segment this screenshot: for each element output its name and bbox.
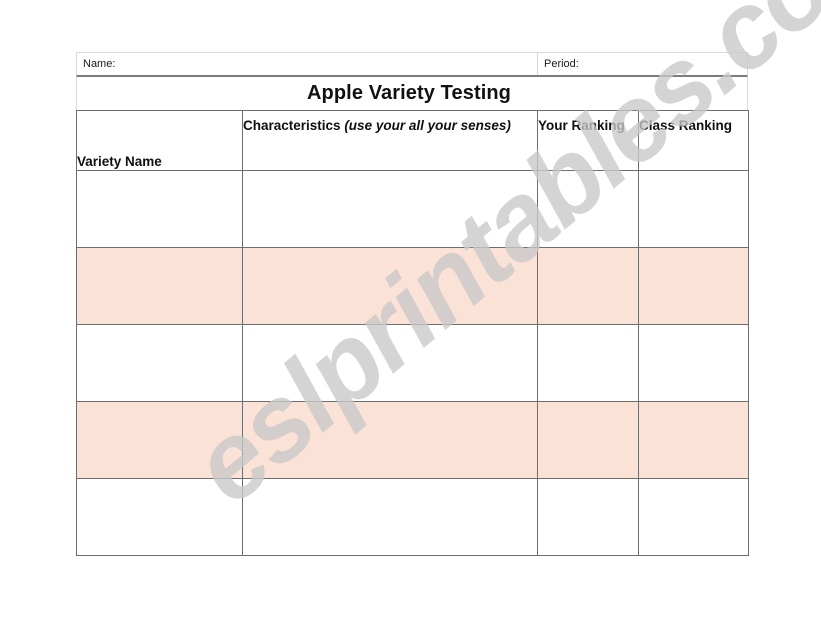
cell-class_ranking[interactable] (638, 324, 749, 402)
cell-characteristics[interactable] (242, 324, 538, 402)
table-header: Variety Name Characteristics (use your a… (76, 110, 749, 171)
column-header-variety-name: Variety Name (76, 110, 243, 171)
cell-class_ranking[interactable] (638, 170, 749, 248)
cell-characteristics[interactable] (242, 401, 538, 479)
cell-class_ranking[interactable] (638, 478, 749, 556)
cell-class_ranking[interactable] (638, 247, 749, 325)
table-header-row: Variety Name Characteristics (use your a… (76, 110, 749, 171)
worksheet-page: { "worksheet": { "id_fields": [ { "label… (0, 0, 821, 634)
cell-variety[interactable] (76, 478, 243, 556)
cell-characteristics[interactable] (242, 170, 538, 248)
table-row (76, 401, 749, 479)
cell-variety[interactable] (76, 247, 243, 325)
identity-row: Name: Period: (76, 52, 748, 75)
name-label: Name: (83, 57, 116, 70)
apple-testing-table: Variety Name Characteristics (use your a… (76, 110, 749, 556)
column-header-characteristics-label: Characteristics (243, 118, 345, 133)
worksheet-sheet: Name: Period: Apple Variety Testing Vari… (76, 52, 749, 556)
cell-your_ranking[interactable] (537, 324, 639, 402)
cell-class_ranking[interactable] (638, 401, 749, 479)
period-label: Period: (544, 57, 579, 70)
table-row (76, 478, 749, 556)
cell-characteristics[interactable] (242, 478, 538, 556)
cell-characteristics[interactable] (242, 247, 538, 325)
cell-your_ranking[interactable] (537, 401, 639, 479)
column-header-your-ranking-label: Your Ranking (538, 118, 625, 133)
column-header-characteristics-emphasis: (use your all your senses) (344, 118, 511, 133)
table-row (76, 170, 749, 248)
column-header-characteristics: Characteristics (use your all your sense… (242, 110, 538, 171)
table-body (76, 170, 749, 556)
column-header-variety-name-label: Variety Name (77, 153, 162, 169)
page-title: Apple Variety Testing (306, 82, 511, 104)
cell-your_ranking[interactable] (537, 478, 639, 556)
cell-variety[interactable] (76, 324, 243, 402)
title-band: Apple Variety Testing (76, 75, 748, 110)
period-field[interactable]: Period: (538, 53, 747, 75)
cell-your_ranking[interactable] (537, 170, 639, 248)
column-header-your-ranking: Your Ranking (537, 110, 639, 171)
name-field[interactable]: Name: (77, 53, 538, 75)
table-row (76, 247, 749, 325)
table-row (76, 324, 749, 402)
cell-your_ranking[interactable] (537, 247, 639, 325)
cell-variety[interactable] (76, 170, 243, 248)
column-header-class-ranking-label: Class Ranking (639, 118, 733, 133)
cell-variety[interactable] (76, 401, 243, 479)
column-header-class-ranking: Class Ranking (638, 110, 749, 171)
